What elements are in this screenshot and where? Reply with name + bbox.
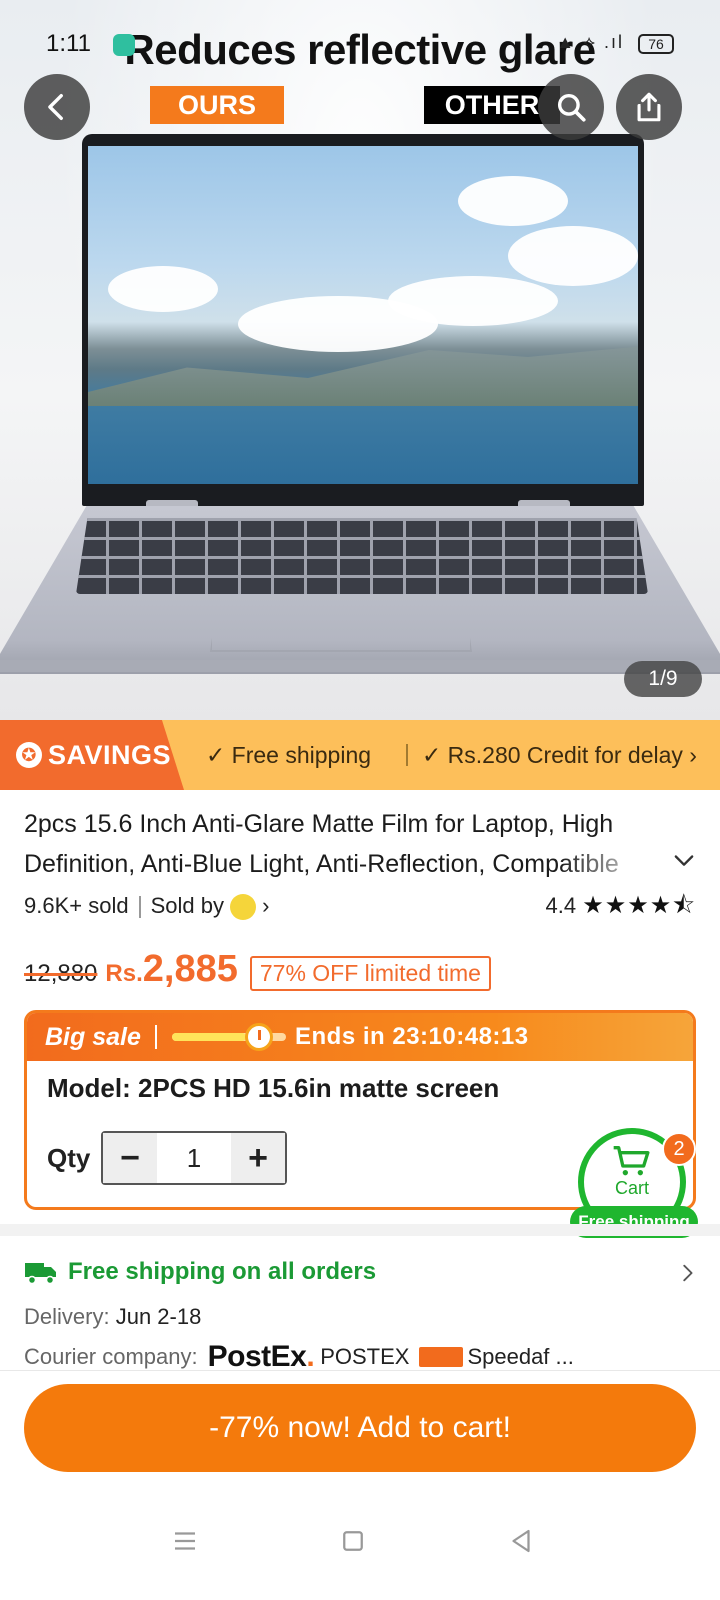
- image-counter: 1/9: [624, 661, 702, 697]
- expand-title-chevron-down-icon[interactable]: [670, 846, 698, 874]
- increase-qty-button[interactable]: +: [231, 1133, 285, 1183]
- home-square-icon[interactable]: [338, 1526, 368, 1556]
- check-icon: ✓: [422, 742, 448, 768]
- speedaf-logo-icon: [419, 1347, 464, 1367]
- cart-label: Cart: [614, 1178, 649, 1198]
- courier-row: Courier company: PostEx. POSTEX Speedaf …: [24, 1340, 574, 1374]
- courier-key: Courier company:: [24, 1344, 198, 1369]
- battery-icon: 76: [638, 34, 674, 54]
- discount-badge: 77% OFF limited time: [249, 956, 491, 991]
- sale-divider: [155, 1025, 157, 1049]
- courier-speedaf: Speedaf ...: [467, 1344, 574, 1369]
- sale-progress-fill: [172, 1033, 247, 1041]
- delivery-value: Jun 2-18: [115, 1304, 202, 1329]
- delivery-row: Delivery: Jun 2-18: [24, 1302, 201, 1332]
- add-to-cart-button[interactable]: -77% now! Add to cart!: [24, 1384, 696, 1472]
- savings-badge: ✪ SAVINGS: [0, 720, 184, 790]
- status-time: 1:11: [46, 30, 91, 57]
- perk-divider: [406, 744, 408, 766]
- quantity-value[interactable]: 1: [157, 1133, 231, 1183]
- menu-icon[interactable]: [170, 1526, 200, 1556]
- laptop-screen: [88, 146, 638, 484]
- seller-avatar-icon: [229, 894, 256, 921]
- original-price: 12,880: [24, 960, 98, 987]
- quantity-stepper: − 1 +: [101, 1131, 287, 1185]
- price-row: 12,880 Rs. 2,885 77% OFF limited time: [24, 948, 491, 998]
- check-icon: ✓: [206, 742, 232, 768]
- perk-delay-credit: ✓ Rs.280 Credit for delay ›: [422, 742, 697, 768]
- meta-divider: [138, 896, 141, 919]
- model-selector[interactable]: Model: 2PCS HD 15.6in matte screen: [47, 1073, 499, 1104]
- tag-ours: OURS: [150, 86, 284, 124]
- search-icon: [557, 93, 586, 122]
- sale-label: Big sale: [45, 1023, 141, 1051]
- title-fade: [560, 846, 660, 884]
- sale-countdown: Ends in 23:10:48:13: [295, 1023, 529, 1050]
- savings-label: SAVINGS: [48, 739, 172, 770]
- savings-band[interactable]: ✪ SAVINGS ✓ Free shipping ✓ Rs.280 Credi…: [0, 720, 720, 790]
- rating-stars-icon: ★★★★⯪: [582, 892, 696, 919]
- section-divider: [0, 1224, 720, 1236]
- cart-icon: [613, 1145, 650, 1176]
- product-meta: 9.6K+ sold Sold by ›: [24, 890, 269, 922]
- sale-header: Big sale Ends in 23:10:48:13: [27, 1013, 693, 1061]
- app-notification-icon: [113, 34, 135, 56]
- search-button[interactable]: [538, 74, 604, 140]
- back-button[interactable]: [24, 74, 90, 140]
- rating[interactable]: 4.4 ★★★★⯪: [545, 890, 696, 922]
- share-button[interactable]: [616, 74, 682, 140]
- chevron-right-icon[interactable]: [676, 1262, 698, 1284]
- share-icon: [637, 92, 661, 122]
- courier-postex: POSTEX: [320, 1344, 410, 1369]
- sold-count: 9.6K+ sold: [24, 893, 129, 918]
- cart-count-badge: 2: [662, 1132, 696, 1166]
- chevron-right-icon: ›: [682, 742, 697, 768]
- delivery-key: Delivery:: [24, 1304, 110, 1329]
- chevron-left-icon: [48, 93, 63, 121]
- truck-icon: [25, 1263, 56, 1285]
- perk-free-shipping: ✓ Free shipping: [206, 742, 372, 768]
- sold-by-link[interactable]: Sold by ›: [151, 893, 269, 921]
- back-triangle-icon[interactable]: [506, 1526, 536, 1556]
- currency: Rs.: [105, 960, 143, 987]
- laptop-edge: [0, 660, 720, 672]
- shipping-headline-text: Free shipping on all orders: [68, 1258, 377, 1285]
- savings-icon: ✪: [16, 742, 42, 768]
- rating-value: 4.4: [545, 893, 577, 918]
- qty-label: Qty: [47, 1143, 91, 1173]
- product-image-carousel[interactable]: Reduces reflective glare OURS OTHER: [0, 0, 720, 720]
- status-bar: 1:11 ▲ ⟡ .ıl 76: [0, 0, 720, 86]
- signal-icons: ▲ ⟡ .ıl: [556, 32, 624, 52]
- laptop-touchpad: [210, 596, 472, 652]
- laptop-keyboard: [76, 518, 648, 594]
- current-price: 2,885: [142, 948, 238, 990]
- postex-logo: PostEx.: [207, 1340, 315, 1373]
- clock-icon: [245, 1023, 273, 1051]
- shipping-headline[interactable]: Free shipping on all orders: [24, 1258, 376, 1286]
- decrease-qty-button[interactable]: −: [103, 1133, 157, 1183]
